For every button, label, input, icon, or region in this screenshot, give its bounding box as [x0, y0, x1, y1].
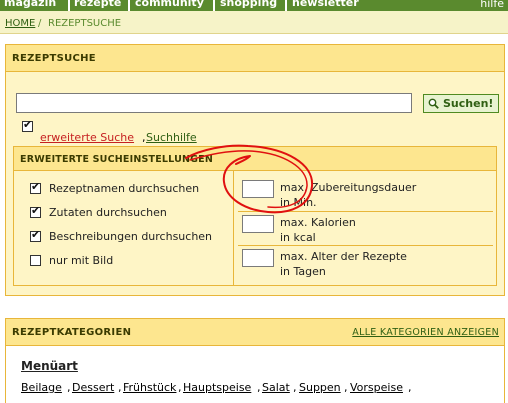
- max-calories-input[interactable]: [242, 215, 274, 233]
- option-label: Beschreibungen durchsuchen: [49, 230, 213, 243]
- extended-settings-header: ERWEITERTE SUCHEINSTELLUNGEN: [14, 147, 496, 171]
- nav-separator: [213, 0, 215, 11]
- category-link[interactable]: Beilage: [21, 381, 62, 394]
- option-checkbox-ingredients[interactable]: ✔: [30, 204, 41, 218]
- category-separator: ,: [118, 381, 122, 394]
- link-separator: ,: [142, 131, 146, 144]
- category-link[interactable]: Frühstück: [123, 381, 176, 394]
- breadcrumb: HOME / REZEPTSUCHE: [0, 11, 508, 34]
- max-prep-time-input[interactable]: [242, 180, 274, 198]
- search-help-link[interactable]: Suchhilfe: [146, 131, 197, 144]
- category-separator: ,: [67, 381, 71, 394]
- all-categories-link[interactable]: ALLE KATEGORIEN ANZEIGEN: [352, 327, 499, 338]
- breadcrumb-current: REZEPTSUCHE: [48, 18, 122, 29]
- option-checkbox-names[interactable]: ✔: [30, 180, 41, 194]
- category-separator: ,: [257, 381, 261, 394]
- option-label: nur mit Bild: [49, 254, 114, 267]
- panel-title: REZEPTSUCHE: [12, 53, 96, 64]
- extended-settings-panel: ERWEITERTE SUCHEINSTELLUNGEN ✔ Rezeptnam…: [13, 146, 497, 286]
- category-group-title: Menüart: [21, 359, 78, 373]
- category-separator: ,: [293, 381, 297, 394]
- panel-header: REZEPTKATEGORIEN ALLE KATEGORIEN ANZEIGE…: [6, 319, 504, 346]
- extended-settings-title: ERWEITERTE SUCHEINSTELLUNGEN: [20, 154, 213, 165]
- category-link[interactable]: Salat: [262, 381, 290, 394]
- breadcrumb-home[interactable]: HOME: [5, 18, 35, 29]
- max-recipe-age-input[interactable]: [242, 249, 274, 267]
- extended-search-checkbox[interactable]: ✔: [22, 118, 33, 132]
- categories-title: REZEPTKATEGORIEN: [12, 327, 132, 338]
- row-divider: [238, 211, 493, 212]
- nav-newsletter[interactable]: newsletter: [292, 0, 359, 9]
- max-calories-unit: in kcal: [280, 231, 316, 244]
- row-divider: [238, 245, 493, 246]
- search-input[interactable]: [16, 93, 412, 113]
- nav-hilfe[interactable]: hilfe: [480, 0, 504, 10]
- max-recipe-age-unit: in Tagen: [280, 265, 326, 278]
- max-prep-time-unit: in Min.: [280, 196, 317, 209]
- checkmark-icon: ✔: [23, 118, 33, 131]
- nav-separator: [128, 0, 130, 11]
- category-link[interactable]: Dessert: [72, 381, 114, 394]
- category-separator: ,: [408, 381, 412, 394]
- nav-separator: [68, 0, 70, 11]
- checkmark-icon: ✔: [31, 180, 41, 193]
- breadcrumb-separator: /: [38, 18, 42, 29]
- category-link[interactable]: Hauptspeise: [183, 381, 251, 394]
- extended-search-link[interactable]: erweiterte Suche: [40, 131, 134, 144]
- checkmark-icon: ✔: [31, 204, 41, 217]
- option-checkbox-descriptions[interactable]: ✔: [30, 228, 41, 242]
- nav-shopping[interactable]: shopping: [220, 0, 277, 9]
- max-recipe-age-label: max. Alter der Rezepte: [280, 250, 407, 263]
- search-button[interactable]: Suchen!: [423, 94, 499, 113]
- recipe-categories-panel: REZEPTKATEGORIEN ALLE KATEGORIEN ANZEIGE…: [5, 318, 505, 403]
- option-label: Zutaten durchsuchen: [49, 206, 167, 219]
- panel-header: REZEPTSUCHE: [6, 45, 504, 72]
- nav-community[interactable]: community: [135, 0, 204, 9]
- magnifier-icon: [428, 98, 439, 109]
- top-navigation: magazin rezepte community shopping newsl…: [0, 0, 508, 11]
- category-link[interactable]: Vorspeise: [350, 381, 403, 394]
- checkmark-icon: ✔: [31, 228, 41, 241]
- max-prep-time-label: max. Zubereitungsdauer: [280, 181, 417, 194]
- column-divider: [233, 171, 234, 286]
- category-separator: ,: [178, 381, 182, 394]
- max-calories-label: max. Kalorien: [280, 216, 356, 229]
- nav-separator: [285, 0, 287, 11]
- nav-rezepte[interactable]: rezepte: [74, 0, 121, 9]
- nav-magazin[interactable]: magazin: [4, 0, 56, 9]
- category-separator: ,: [344, 381, 348, 394]
- category-link[interactable]: Suppen: [299, 381, 341, 394]
- search-button-label: Suchen!: [443, 97, 494, 110]
- option-label: Rezeptnamen durchsuchen: [49, 182, 200, 195]
- option-checkbox-with-image[interactable]: [30, 255, 41, 266]
